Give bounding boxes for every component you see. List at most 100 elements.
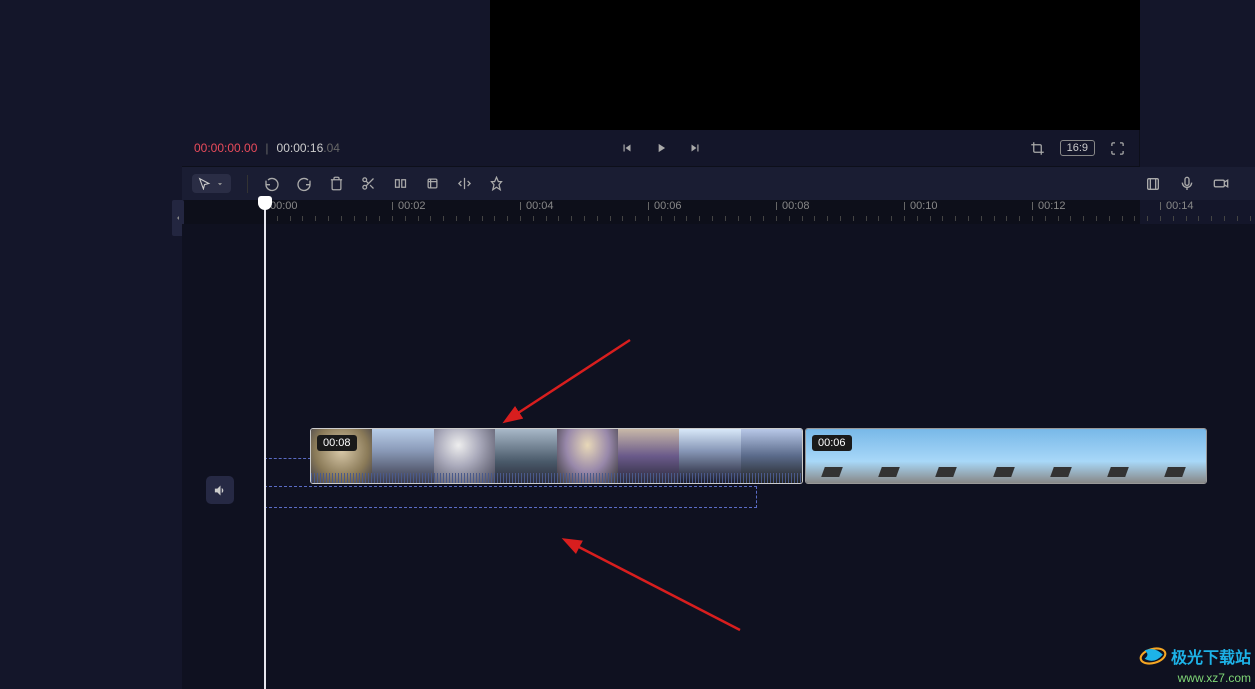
- ruler-minor-tick: [494, 216, 495, 221]
- toolbar-right-group: [1145, 176, 1245, 192]
- scissors-icon[interactable]: [360, 176, 376, 192]
- fullscreen-icon[interactable]: [1109, 140, 1125, 156]
- ruler-minor-tick: [1045, 216, 1046, 221]
- ruler-minor-tick: [878, 216, 879, 221]
- ruler-minor-tick: [597, 216, 598, 221]
- ruler-minor-tick: [635, 216, 636, 221]
- play-icon[interactable]: [653, 140, 669, 156]
- trash-icon[interactable]: [328, 176, 344, 192]
- ruler-minor-tick: [648, 216, 649, 221]
- ruler-minor-tick: [392, 216, 393, 221]
- video-clip-2[interactable]: 00:06: [805, 428, 1207, 484]
- toolbar-divider: [247, 175, 248, 193]
- ruler-tick: 00:10: [910, 200, 938, 212]
- ruler-minor-tick: [1173, 216, 1174, 221]
- ruler-minor-tick: [1198, 216, 1199, 221]
- watermark-url: www.xz7.com: [1139, 671, 1251, 685]
- mic-icon[interactable]: [1179, 176, 1195, 192]
- ruler-minor-tick: [917, 216, 918, 221]
- playhead-handle[interactable]: [258, 196, 272, 210]
- redo-icon[interactable]: [296, 176, 312, 192]
- ruler-minor-tick: [571, 216, 572, 221]
- ruler-minor-tick: [277, 216, 278, 221]
- frame-icon[interactable]: [1145, 176, 1161, 192]
- crop-icon[interactable]: [1030, 140, 1046, 156]
- ruler-minor-tick: [328, 216, 329, 221]
- ruler-minor-tick: [661, 216, 662, 221]
- pin-icon[interactable]: [488, 176, 504, 192]
- ruler-minor-tick: [610, 216, 611, 221]
- ruler-minor-tick: [891, 216, 892, 221]
- ruler-minor-tick: [443, 216, 444, 221]
- ruler-minor-tick: [290, 216, 291, 221]
- ruler-tick: 00:02: [398, 200, 426, 212]
- snap-guide-line: [264, 458, 311, 459]
- ruler-minor-tick: [430, 216, 431, 221]
- ruler-minor-tick: [1019, 216, 1020, 221]
- ruler-minor-tick: [1058, 216, 1059, 221]
- ruler-minor-tick: [533, 216, 534, 221]
- ruler-minor-tick: [379, 216, 380, 221]
- timeline-ruler[interactable]: 00:00 00:02 00:04 00:06 00:08 00:10 00:1…: [258, 200, 1255, 224]
- video-clip-1[interactable]: 00:08: [310, 428, 803, 484]
- clip-thumbnail: [1092, 429, 1149, 483]
- ruler-minor-tick: [1224, 216, 1225, 221]
- ruler-minor-tick: [622, 216, 623, 221]
- ruler-minor-tick: [315, 216, 316, 221]
- clip-thumbnail: [920, 429, 977, 483]
- clip-duration-label: 00:08: [317, 435, 357, 451]
- camera-icon[interactable]: [1213, 176, 1229, 192]
- ruler-minor-tick: [1186, 216, 1187, 221]
- watermark: 极光下载站 www.xz7.com: [1139, 644, 1251, 685]
- current-time: 00:00:00.00: [194, 141, 257, 155]
- playhead[interactable]: [264, 200, 266, 689]
- speaker-icon: [213, 483, 228, 498]
- ruler-minor-tick: [1096, 216, 1097, 221]
- timeline-toolbar: [182, 167, 1255, 200]
- ruler-minor-tick: [482, 216, 483, 221]
- ruler-minor-tick: [814, 216, 815, 221]
- ruler-tick: 00:14: [1166, 200, 1194, 212]
- chevron-down-icon: [215, 179, 225, 189]
- ruler-minor-tick: [520, 216, 521, 221]
- split-icon[interactable]: [392, 176, 408, 192]
- ruler-minor-tick: [1147, 216, 1148, 221]
- preview-area: [182, 0, 1139, 130]
- ruler-minor-tick: [942, 216, 943, 221]
- selection-tool-button[interactable]: [192, 174, 231, 193]
- undo-icon[interactable]: [264, 176, 280, 192]
- clip-duration-label: 00:06: [812, 435, 852, 451]
- ruler-minor-tick: [1083, 216, 1084, 221]
- cursor-icon: [198, 177, 211, 190]
- ruler-minor-tick: [507, 216, 508, 221]
- ruler-minor-tick: [366, 216, 367, 221]
- ruler-minor-tick: [904, 216, 905, 221]
- time-separator: |: [265, 141, 268, 155]
- ruler-minor-tick: [827, 216, 828, 221]
- clip-thumbnail: [863, 429, 920, 483]
- ruler-minor-tick: [802, 216, 803, 221]
- preview-video-viewport[interactable]: [490, 0, 1190, 130]
- ruler-minor-tick: [546, 216, 547, 221]
- left-panel: [0, 0, 182, 689]
- ruler-minor-tick: [354, 216, 355, 221]
- ruler-minor-tick: [1237, 216, 1238, 221]
- ruler-tick: 00:00: [270, 200, 298, 212]
- ruler-minor-tick: [840, 216, 841, 221]
- ruler-minor-tick: [866, 216, 867, 221]
- ruler-minor-tick: [968, 216, 969, 221]
- skip-back-icon[interactable]: [619, 140, 635, 156]
- skip-forward-icon[interactable]: [687, 140, 703, 156]
- ruler-minor-tick: [738, 216, 739, 221]
- crop-tool-icon[interactable]: [424, 176, 440, 192]
- mirror-icon[interactable]: [456, 176, 472, 192]
- clip-thumbnail: [1035, 429, 1092, 483]
- track-mute-button[interactable]: [206, 476, 234, 504]
- clip-thumbnail: [1149, 429, 1206, 483]
- ruler-minor-tick: [558, 216, 559, 221]
- watermark-logo-icon: [1139, 644, 1167, 668]
- ruler-minor-tick: [725, 216, 726, 221]
- aspect-ratio-button[interactable]: 16:9: [1060, 140, 1095, 156]
- ruler-minor-tick: [1250, 216, 1251, 221]
- ruler-minor-tick: [418, 216, 419, 221]
